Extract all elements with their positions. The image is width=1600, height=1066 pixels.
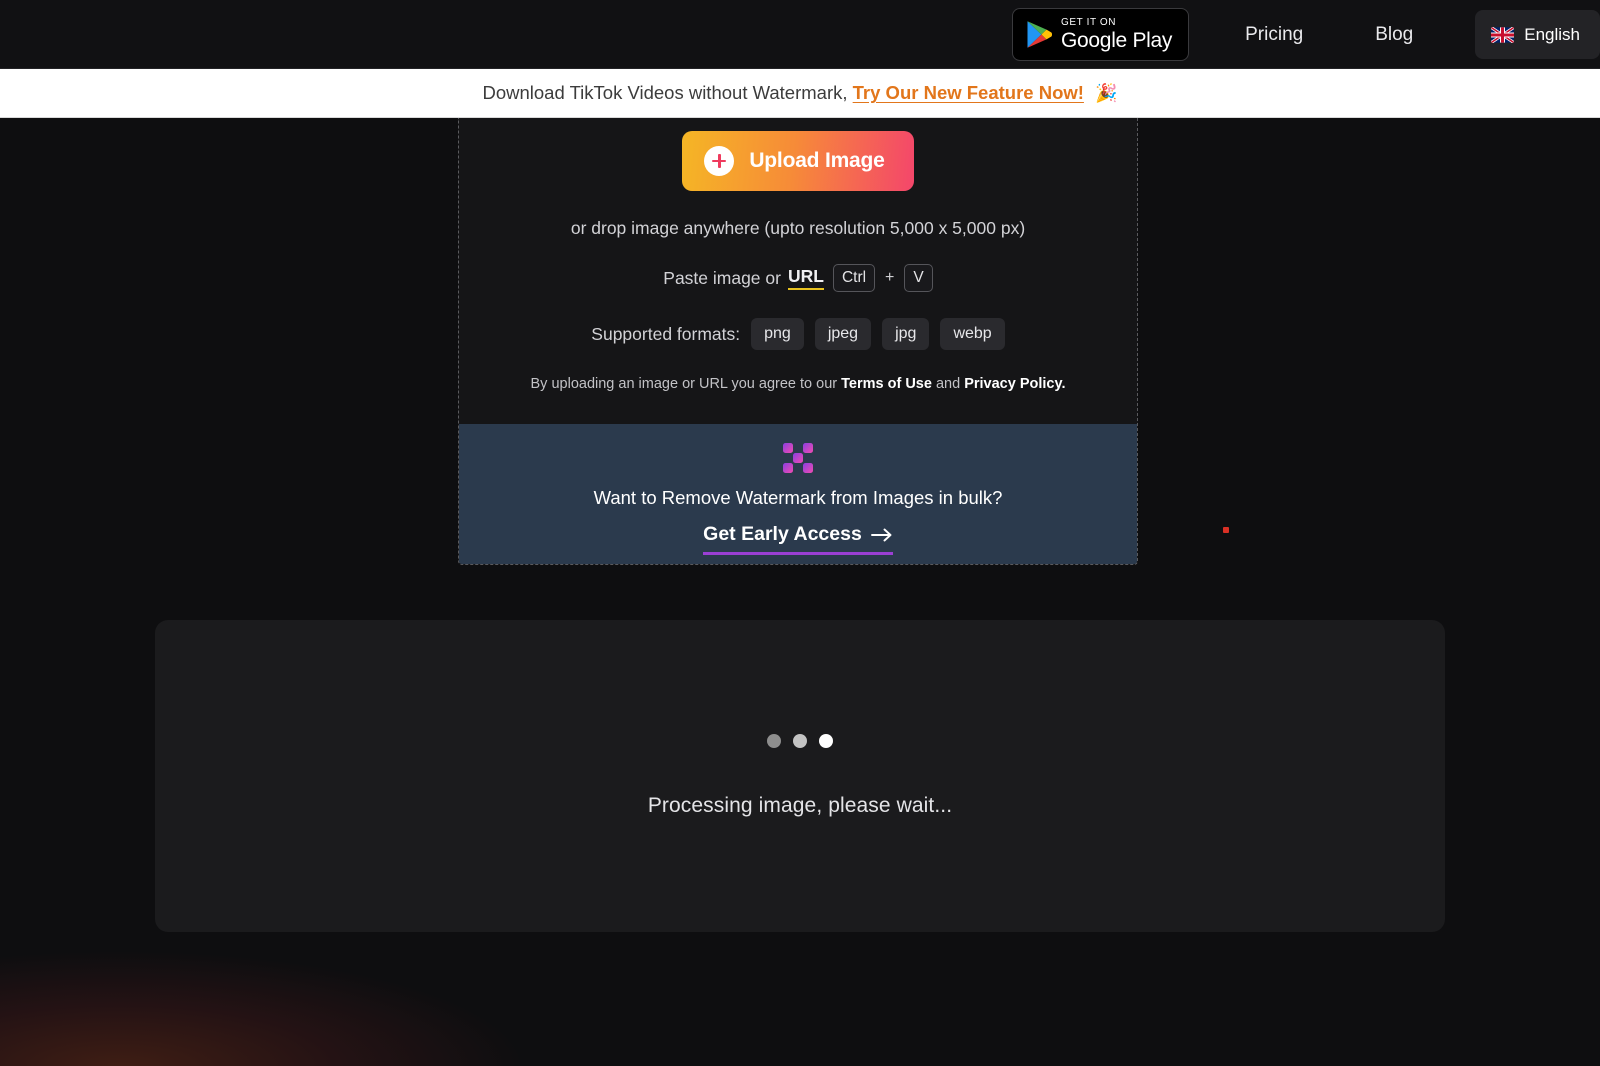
nav-link-blog[interactable]: Blog (1365, 16, 1423, 54)
format-chip-png[interactable]: png (751, 318, 804, 350)
key-plus-separator: + (885, 269, 895, 286)
bulk-grid-icon (783, 443, 813, 473)
loading-dot-2 (793, 734, 807, 748)
drop-hint-text: or drop image anywhere (upto resolution … (570, 218, 1026, 238)
google-play-big-label: Google Play (1061, 28, 1173, 52)
format-chip-jpeg[interactable]: jpeg (814, 318, 872, 350)
terms-of-use-link[interactable]: Terms of Use (841, 376, 932, 392)
header-right-group: GET IT ON Google Play Pricing Blog Engli… (1012, 0, 1600, 69)
upload-card-content: Upload Image or drop image anywhere (upt… (459, 118, 1137, 392)
format-chip-webp[interactable]: webp (940, 318, 1005, 350)
paste-url-link[interactable]: URL (787, 266, 824, 290)
upload-image-button-label: Upload Image (749, 149, 885, 172)
promo-banner-text: Download TikTok Videos without Watermark… (482, 82, 1117, 104)
google-play-triangle-icon (1027, 21, 1053, 48)
terms-prefix: By uploading an image or URL you agree t… (530, 376, 838, 392)
upload-dropzone-card[interactable]: Upload Image or drop image anywhere (upt… (458, 118, 1138, 565)
language-selector[interactable]: English (1475, 10, 1600, 59)
bulk-promo-banner: Want to Remove Watermark from Images in … (459, 424, 1137, 564)
format-chip-jpg[interactable]: jpg (882, 318, 930, 350)
key-ctrl: Ctrl (832, 264, 876, 292)
loading-dots-indicator (767, 734, 833, 748)
supported-formats-row: Supported formats: png jpeg jpg webp (591, 318, 1005, 350)
language-label: English (1524, 24, 1580, 44)
loading-dot-3 (819, 734, 833, 748)
nav-link-pricing[interactable]: Pricing (1235, 16, 1313, 54)
get-early-access-link[interactable]: Get Early Access (703, 523, 893, 555)
arrow-right-icon (870, 528, 892, 541)
loading-dot-1 (767, 734, 781, 748)
terms-conjunction: and (935, 376, 961, 392)
terms-disclaimer: By uploading an image or URL you agree t… (531, 376, 1066, 392)
google-play-small-label: GET IT ON (1061, 16, 1117, 28)
bulk-promo-title: Want to Remove Watermark from Images in … (593, 487, 1003, 508)
promo-text-before: Download TikTok Videos without Watermark… (482, 82, 848, 103)
privacy-policy-link[interactable]: Privacy Policy. (964, 376, 1065, 392)
processing-result-card: Processing image, please wait... (155, 620, 1445, 932)
get-early-access-label: Get Early Access (703, 523, 862, 545)
uk-flag-icon (1491, 26, 1515, 43)
google-play-text: GET IT ON Google Play (1061, 17, 1172, 53)
google-play-badge[interactable]: GET IT ON Google Play (1012, 8, 1190, 61)
plus-circle-icon (704, 146, 735, 176)
key-v: V (904, 264, 933, 292)
processing-status-text: Processing image, please wait... (647, 794, 953, 817)
bottom-glow-decoration (0, 948, 660, 1066)
supported-formats-label: Supported formats: (591, 323, 741, 344)
promo-banner[interactable]: Download TikTok Videos without Watermark… (0, 69, 1600, 118)
upload-image-button[interactable]: Upload Image (682, 131, 914, 191)
paste-instruction-row: Paste image or URL Ctrl + V (663, 264, 933, 292)
cursor-indicator (1223, 527, 1229, 533)
promo-banner-link[interactable]: Try Our New Feature Now! (853, 82, 1084, 103)
site-header: .io in.io GET IT ON Google Play Pricing … (0, 0, 1600, 69)
paste-prefix-label: Paste image or (663, 267, 781, 288)
party-popper-icon: 🎉 (1095, 83, 1118, 103)
